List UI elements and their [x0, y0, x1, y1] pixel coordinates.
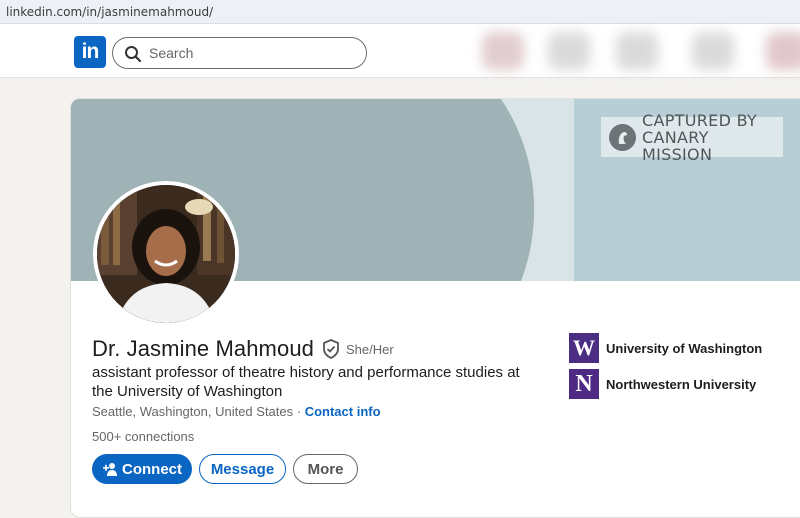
connections-count[interactable]: 500+ connections	[92, 429, 194, 444]
message-button[interactable]: Message	[199, 454, 286, 484]
education-name: Northwestern University	[606, 376, 757, 392]
linkedin-logo[interactable]: in	[74, 36, 106, 68]
top-nav: in	[0, 24, 800, 78]
search-icon	[125, 46, 142, 63]
nav-item-home[interactable]	[482, 32, 524, 70]
connect-label: Connect	[122, 460, 182, 478]
canary-bird-icon	[609, 123, 636, 151]
northwestern-logo: N	[569, 369, 599, 399]
nav-item-network[interactable]	[548, 32, 590, 70]
education-name: University of Washington	[606, 340, 763, 356]
watermark-line1: CAPTURED BY	[642, 110, 758, 130]
add-person-icon	[103, 463, 117, 476]
education-item-uw[interactable]: W University of Washington	[569, 333, 789, 363]
verified-shield-icon[interactable]	[322, 339, 340, 359]
profile-headline: assistant professor of theatre history a…	[92, 364, 520, 400]
profile-actions: Connect Message More	[92, 454, 358, 484]
education-list: W University of Washington N Northwester…	[569, 333, 789, 405]
canary-mission-watermark: CAPTURED BY CANARY MISSION	[601, 112, 783, 163]
location: Seattle, Washington, United States	[92, 404, 294, 419]
education-item-northwestern[interactable]: N Northwestern University	[569, 369, 789, 399]
pronouns: She/Her	[346, 341, 394, 357]
profile-card: CAPTURED BY CANARY MISSION Dr. Jasmine M…	[70, 98, 800, 518]
nav-item-notifications[interactable]	[766, 32, 800, 70]
url-text: linkedin.com/in/jasminemahmoud/	[6, 5, 214, 19]
nav-item-jobs[interactable]	[616, 32, 658, 70]
watermark-line2: CANARY MISSION	[642, 127, 713, 164]
more-button[interactable]: More	[293, 454, 358, 484]
browser-url-bar[interactable]: linkedin.com/in/jasminemahmoud/	[0, 0, 800, 24]
contact-info-link[interactable]: Contact info	[305, 404, 381, 419]
profile-photo[interactable]	[93, 181, 239, 327]
search-input[interactable]	[149, 43, 349, 63]
nav-icons-blurred	[470, 24, 800, 78]
watermark-text: CAPTURED BY CANARY MISSION	[642, 112, 783, 163]
nav-item-messaging[interactable]	[692, 32, 734, 70]
separator: ·	[293, 404, 305, 419]
connect-button[interactable]: Connect	[92, 454, 192, 484]
profile-name: Dr. Jasmine Mahmoud	[92, 336, 314, 361]
uw-logo: W	[569, 333, 599, 363]
location-row: Seattle, Washington, United States · Con…	[92, 404, 381, 419]
search-box[interactable]	[112, 37, 367, 69]
name-row: Dr. Jasmine Mahmoud She/Her	[92, 335, 394, 363]
